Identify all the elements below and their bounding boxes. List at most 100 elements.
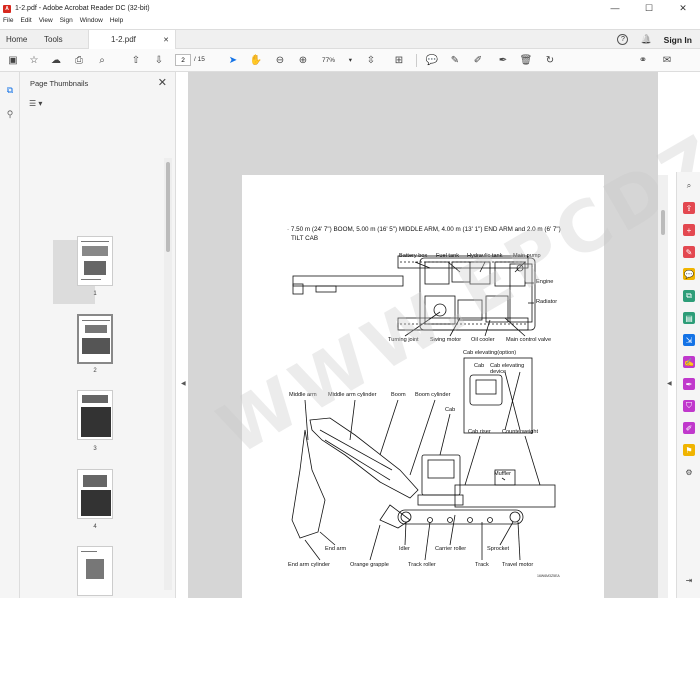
create-pdf-tool-icon[interactable]: + — [683, 224, 695, 236]
label-idler: Idler — [399, 546, 410, 552]
thumbnail-page-5[interactable] — [77, 546, 113, 596]
hand-tool-icon[interactable]: ✋ — [249, 53, 263, 67]
thumbnail-page-number: 2 — [93, 368, 97, 374]
fill-sign-icon[interactable]: ✍ — [683, 356, 695, 368]
label-cab-top: Cab — [474, 363, 485, 369]
zoom-select[interactable]: 77% ▾ — [320, 54, 354, 66]
create-pdf-icon[interactable]: ▣ — [6, 53, 20, 67]
combine-files-icon[interactable]: ⧉ — [683, 290, 695, 302]
close-panel-icon[interactable]: ✕ — [158, 76, 167, 89]
thumbnail-page-1[interactable] — [77, 236, 113, 286]
zoom-out-icon[interactable]: ⊖ — [273, 53, 287, 67]
upload-cloud-icon[interactable]: ☁ — [49, 53, 63, 67]
zoom-in-icon[interactable]: ⊕ — [296, 53, 310, 67]
maximize-button[interactable]: ☐ — [632, 3, 666, 14]
comment-icon[interactable]: 💬 — [425, 53, 439, 67]
tab-bar: Home Tools 1-2.pdf ✕ ? 🔔 Sign In — [0, 29, 700, 49]
search-tools-icon[interactable]: ⌕ — [683, 180, 695, 192]
window-title: 1-2.pdf - Adobe Acrobat Reader DC (32-bi… — [15, 5, 150, 12]
menu-bar: File Edit View Sign Window Help — [0, 17, 127, 29]
more-tools-icon[interactable]: ⚙ — [683, 466, 695, 478]
tab-tools[interactable]: Tools — [38, 30, 69, 49]
collapse-right-panel-icon[interactable]: ◀ — [667, 380, 672, 387]
page-margin-bottom — [0, 598, 700, 700]
label-end-arm: End arm — [325, 546, 347, 552]
fit-page-icon[interactable]: ⇳ — [364, 53, 378, 67]
stamp-icon[interactable]: ⚑ — [683, 444, 695, 456]
thumbnail-page-number: 1 — [93, 291, 97, 297]
title-bar: A 1-2.pdf - Adobe Acrobat Reader DC (32-… — [0, 0, 700, 17]
previous-page-icon[interactable]: ⇧ — [129, 53, 143, 67]
thumbnails-scroll-thumb[interactable] — [166, 162, 170, 252]
page-total: / 15 — [194, 56, 205, 63]
bell-icon[interactable]: 🔔 — [640, 34, 651, 45]
close-tab-icon[interactable]: ✕ — [163, 36, 169, 44]
label-boom-cylinder: Boom cylinder — [415, 392, 451, 398]
next-page-icon[interactable]: ⇩ — [152, 53, 166, 67]
label-battery-box: Battery box — [399, 253, 428, 259]
thumbnail-page-number: 4 — [93, 524, 97, 530]
label-cab-riser: Cab riser — [468, 429, 491, 435]
label-sprocket: Sprocket — [487, 546, 510, 552]
select-cursor-icon[interactable]: ➤ — [226, 53, 240, 67]
close-window-button[interactable]: ✕ — [666, 3, 700, 14]
send-for-signature-icon[interactable]: ✒ — [683, 378, 695, 390]
label-end-arm-cylinder: End arm cylinder — [288, 562, 330, 568]
delete-icon[interactable]: 🗑 — [519, 53, 533, 67]
minimize-button[interactable]: — — [598, 3, 632, 14]
scroll-mode-icon[interactable]: ⊞ — [392, 53, 406, 67]
zoom-value: 77% — [322, 56, 336, 64]
label-counterweight: Counterweight — [502, 429, 539, 435]
comment-tool-icon[interactable]: 💬 — [683, 268, 695, 280]
compress-pdf-icon[interactable]: ⇲ — [683, 334, 695, 346]
main-toolbar: ▣ ☆ ☁ ⎙ ⌕ ⇧ ⇩ 2 / 15 ➤ ✋ ⊖ ⊕ 77% ▾ ⇳ ⊞ 💬… — [0, 49, 700, 72]
sign-in-button[interactable]: Sign In — [664, 35, 692, 45]
print-icon[interactable]: ⎙ — [72, 53, 86, 67]
page-number-input[interactable]: 2 — [175, 54, 191, 66]
tab-bar-right: ? 🔔 Sign In — [617, 30, 692, 49]
share-link-icon[interactable]: ⚭ — [636, 53, 650, 67]
tab-home[interactable]: Home — [0, 30, 33, 49]
menu-file[interactable]: File — [0, 17, 17, 29]
thumbnail-page-4[interactable] — [77, 469, 113, 519]
thumbnail-page-3[interactable] — [77, 390, 113, 440]
label-cab-elevating-device: Cab elevating device — [490, 363, 525, 375]
sign-icon[interactable]: ✒ — [496, 53, 510, 67]
draw-icon[interactable]: ✐ — [471, 53, 485, 67]
thumbnail-options-menu[interactable]: ☰ ▾ — [29, 99, 42, 108]
rotate-icon[interactable]: ↻ — [543, 53, 557, 67]
figure-code: 16W6M3Z5EA — [537, 574, 560, 578]
menu-edit[interactable]: Edit — [17, 17, 35, 29]
organize-pages-icon[interactable]: ▤ — [683, 312, 695, 324]
help-icon[interactable]: ? — [617, 34, 629, 45]
menu-window[interactable]: Window — [77, 17, 107, 29]
export-pdf-icon[interactable]: ⇪ — [683, 202, 695, 214]
email-icon[interactable]: ✉ — [660, 53, 674, 67]
label-main-control-valve: Main control valve — [506, 337, 552, 343]
bookmark-star-icon[interactable]: ☆ — [27, 53, 41, 67]
thumbnails-scrollbar[interactable] — [164, 158, 172, 590]
menu-help[interactable]: Help — [107, 17, 127, 29]
menu-view[interactable]: View — [36, 17, 57, 29]
thumbnail-page-2[interactable] — [77, 314, 113, 364]
document-scroll-thumb[interactable] — [661, 210, 665, 235]
label-boom: Boom — [391, 392, 406, 398]
menu-sign[interactable]: Sign — [57, 17, 77, 29]
collapse-tools-icon[interactable]: ⇥ — [683, 574, 695, 586]
label-travel-motor: Travel motor — [502, 562, 534, 568]
toolbar-divider — [416, 54, 417, 67]
tab-document[interactable]: 1-2.pdf ✕ — [88, 30, 176, 49]
edit-pdf-icon[interactable]: ✎ — [683, 246, 695, 258]
redact-icon[interactable]: ✐ — [683, 422, 695, 434]
protect-icon[interactable]: ⛉ — [683, 400, 695, 412]
label-cab: Cab — [445, 407, 456, 413]
thumbnail-page-number: 3 — [93, 446, 97, 452]
label-carrier-roller: Carrier roller — [435, 546, 467, 552]
highlight-pen-icon[interactable]: ✎ — [448, 53, 462, 67]
find-zoom-icon[interactable]: ⌕ — [95, 53, 109, 67]
right-tools-rail: ⌕ ⇪ + ✎ 💬 ⧉ ▤ ⇲ ✍ ✒ ⛉ ✐ ⚑ ⚙ ⇥ — [676, 172, 700, 598]
label-muffler: Muffler — [494, 471, 511, 477]
attachment-icon[interactable]: ⚲ — [4, 108, 16, 120]
page-thumbnails-icon[interactable]: ⧉ — [4, 84, 16, 96]
collapse-left-panel-icon[interactable]: ◀ — [181, 380, 186, 387]
